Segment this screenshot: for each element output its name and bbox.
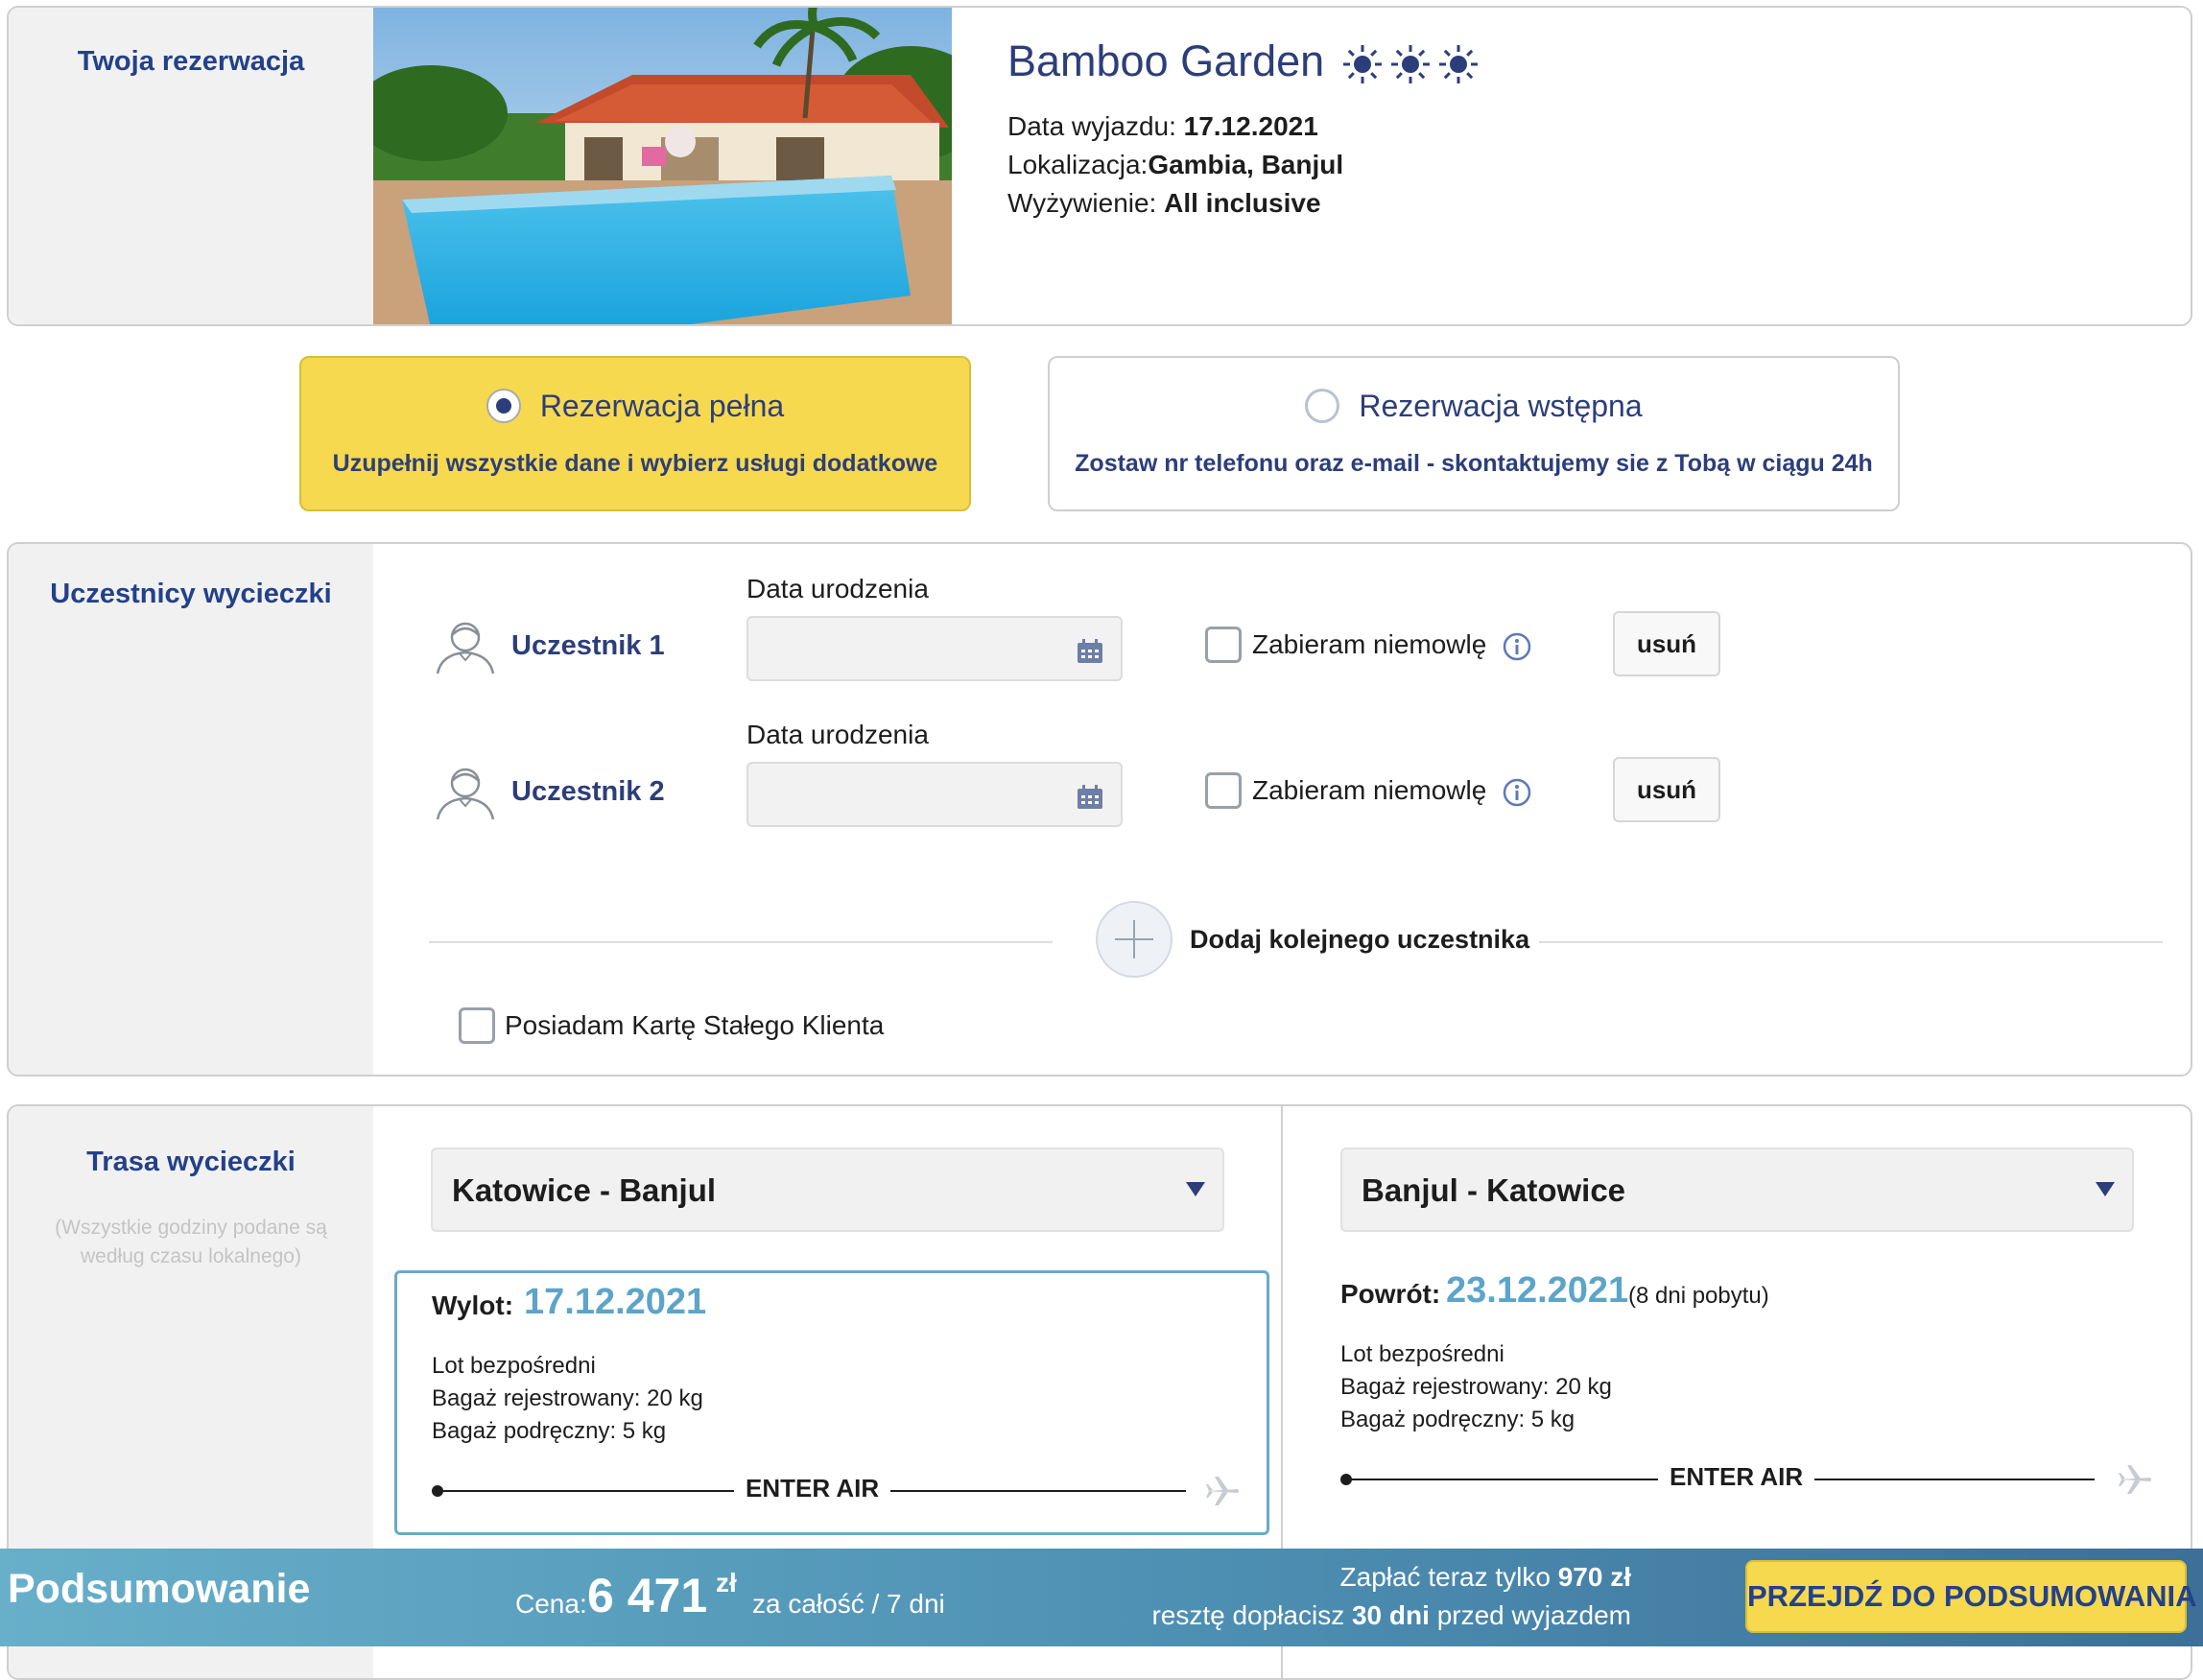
info-icon[interactable] bbox=[1503, 778, 1531, 807]
return-flight-type: Lot bezpośredni bbox=[1340, 1341, 1504, 1367]
loyalty-card-label: Posiadam Kartę Stałego Klienta bbox=[505, 1010, 885, 1040]
participant-1-dob-label: Data urodzenia bbox=[746, 574, 929, 603]
return-date: 23.12.2021 bbox=[1446, 1270, 1629, 1311]
board-label: Wyżywienie: bbox=[1007, 188, 1157, 218]
sun-icon bbox=[1342, 45, 1382, 84]
return-head: Powrót: bbox=[1340, 1279, 1441, 1309]
outbound-date: 17.12.2021 bbox=[524, 1282, 707, 1322]
participant-1-dob-input[interactable] bbox=[746, 616, 1123, 681]
price-currency: zł bbox=[716, 1568, 737, 1597]
calendar-icon[interactable] bbox=[1077, 639, 1103, 664]
return-route-select[interactable]: Banjul - Katowice bbox=[1340, 1148, 2134, 1232]
outbound-route-value: Katowice - Banjul bbox=[452, 1172, 717, 1208]
person-icon bbox=[434, 760, 497, 823]
info-icon[interactable] bbox=[1503, 632, 1531, 661]
participant-2-name: Uczestnik 2 bbox=[511, 776, 665, 807]
preliminary-reservation-option[interactable]: Rezerwacja wstępna Zostaw nr telefonu or… bbox=[1048, 356, 1900, 511]
outbound-checked-baggage: Bagaż rejestrowany: 20 kg bbox=[432, 1385, 703, 1411]
pay-now-value: 970 zł bbox=[1557, 1562, 1631, 1592]
location-label: Lokalizacja: bbox=[1007, 150, 1149, 179]
route-timezone-note: (Wszystkie godziny podane są według czas… bbox=[55, 1217, 327, 1267]
loyalty-card-checkbox[interactable] bbox=[459, 1007, 495, 1044]
price-note: za całość / 7 dni bbox=[752, 1589, 945, 1619]
outbound-route-select[interactable]: Katowice - Banjul bbox=[431, 1148, 1224, 1232]
add-participant-button[interactable] bbox=[1096, 901, 1173, 978]
plane-icon bbox=[1206, 1477, 1239, 1505]
return-route-value: Banjul - Katowice bbox=[1362, 1172, 1626, 1208]
go-to-summary-button[interactable]: PRZEJDŹ DO PODSUMOWANIA bbox=[1745, 1560, 2196, 1633]
route-section-title: Trasa wycieczki bbox=[86, 1147, 296, 1177]
participants-section-title: Uczestnicy wycieczki bbox=[50, 579, 332, 609]
outbound-flight-card[interactable]: Wylot: 17.12.2021 Lot bezpośredni Bagaż … bbox=[394, 1270, 1269, 1535]
hotel-location: Lokalizacja:Gambia, Banjul bbox=[1007, 150, 1343, 180]
full-reservation-radio[interactable] bbox=[486, 388, 521, 423]
outbound-head: Wylot: bbox=[432, 1290, 514, 1320]
full-reservation-description: Uzupełnij wszystkie dane i wybierz usług… bbox=[332, 450, 938, 477]
participant-2-dob-input[interactable] bbox=[746, 762, 1123, 827]
reservation-card: Twoja rezerwacja Bamboo Garden Data wyja… bbox=[7, 6, 2192, 326]
plus-icon bbox=[1115, 920, 1153, 958]
pay-now-prefix: Zapłać teraz tylko bbox=[1339, 1562, 1551, 1592]
board-value: All inclusive bbox=[1164, 188, 1321, 218]
reservation-section-title: Twoja rezerwacja bbox=[77, 46, 305, 77]
participants-sidebar: Uczestnicy wycieczki bbox=[9, 544, 373, 1075]
preliminary-reservation-label: Rezerwacja wstępna bbox=[1359, 389, 1643, 423]
return-checked-baggage: Bagaż rejestrowany: 20 kg bbox=[1340, 1374, 1612, 1400]
reservation-sidebar: Twoja rezerwacja bbox=[9, 8, 373, 324]
summary-bar: Podsumowanie Cena: 6 471 zł za całość / … bbox=[0, 1549, 2203, 1646]
participant-1-infant-checkbox[interactable] bbox=[1205, 627, 1242, 663]
return-airline: ENTER AIR bbox=[1658, 1462, 1815, 1492]
outbound-airline: ENTER AIR bbox=[734, 1474, 891, 1503]
divider bbox=[429, 941, 1053, 943]
participant-2-remove-button[interactable]: usuń bbox=[1613, 757, 1720, 822]
pay-rest-value: 30 dni bbox=[1351, 1600, 1430, 1630]
pay-rest-text: resztę dopłacisz 30 dni przed wyjazdem bbox=[1151, 1600, 1631, 1631]
sun-icon bbox=[1390, 45, 1430, 84]
pay-rest-suffix: przed wyjazdem bbox=[1436, 1600, 1631, 1630]
participant-2-dob-label: Data urodzenia bbox=[746, 720, 929, 749]
calendar-icon[interactable] bbox=[1077, 785, 1103, 810]
preliminary-reservation-description: Zostaw nr telefonu oraz e-mail - skontak… bbox=[1075, 450, 1873, 477]
participant-1-infant-label: Zabieram niemowlę bbox=[1252, 629, 1487, 659]
outbound-flight-type: Lot bezpośredni bbox=[432, 1353, 596, 1379]
preliminary-reservation-radio[interactable] bbox=[1305, 388, 1340, 423]
summary-title: Podsumowanie bbox=[8, 1566, 311, 1612]
full-reservation-label: Rezerwacja pełna bbox=[539, 389, 785, 423]
participant-2-infant-checkbox[interactable] bbox=[1205, 772, 1242, 809]
participant-2-infant-label: Zabieram niemowlę bbox=[1252, 775, 1487, 805]
divider bbox=[1539, 941, 2163, 943]
pay-rest-prefix: resztę dopłacisz bbox=[1151, 1600, 1345, 1630]
return-hand-baggage: Bagaż podręczny: 5 kg bbox=[1340, 1407, 1575, 1432]
hotel-name: Bamboo Garden bbox=[1007, 36, 1481, 86]
departure-date-value: 17.12.2021 bbox=[1183, 111, 1318, 141]
chevron-down-icon bbox=[1186, 1182, 1205, 1196]
participant-1-name: Uczestnik 1 bbox=[511, 630, 665, 661]
return-stay-length: (8 dni pobytu) bbox=[1628, 1283, 1769, 1309]
hotel-photo bbox=[373, 8, 952, 324]
sun-icon bbox=[1438, 45, 1478, 84]
hotel-name-text: Bamboo Garden bbox=[1007, 36, 1325, 85]
location-value: Gambia, Banjul bbox=[1148, 150, 1344, 179]
price-value: 6 471 bbox=[587, 1569, 708, 1622]
chevron-down-icon bbox=[2096, 1182, 2115, 1196]
price-label: Cena: bbox=[515, 1589, 587, 1619]
outbound-hand-baggage: Bagaż podręczny: 5 kg bbox=[432, 1418, 667, 1444]
departure-date-label: Data wyjazdu: bbox=[1007, 111, 1176, 141]
board-type: Wyżywienie: All inclusive bbox=[1007, 188, 1321, 219]
departure-date: Data wyjazdu: 17.12.2021 bbox=[1007, 111, 1318, 142]
person-icon bbox=[434, 614, 497, 677]
pay-now-text: Zapłać teraz tylko 970 zł bbox=[1340, 1562, 1631, 1593]
add-participant-label[interactable]: Dodaj kolejnego uczestnika bbox=[1190, 925, 1529, 955]
full-reservation-option[interactable]: Rezerwacja pełna Uzupełnij wszystkie dan… bbox=[299, 356, 971, 511]
participant-1-remove-button[interactable]: usuń bbox=[1613, 611, 1720, 676]
plane-icon bbox=[2119, 1465, 2151, 1494]
